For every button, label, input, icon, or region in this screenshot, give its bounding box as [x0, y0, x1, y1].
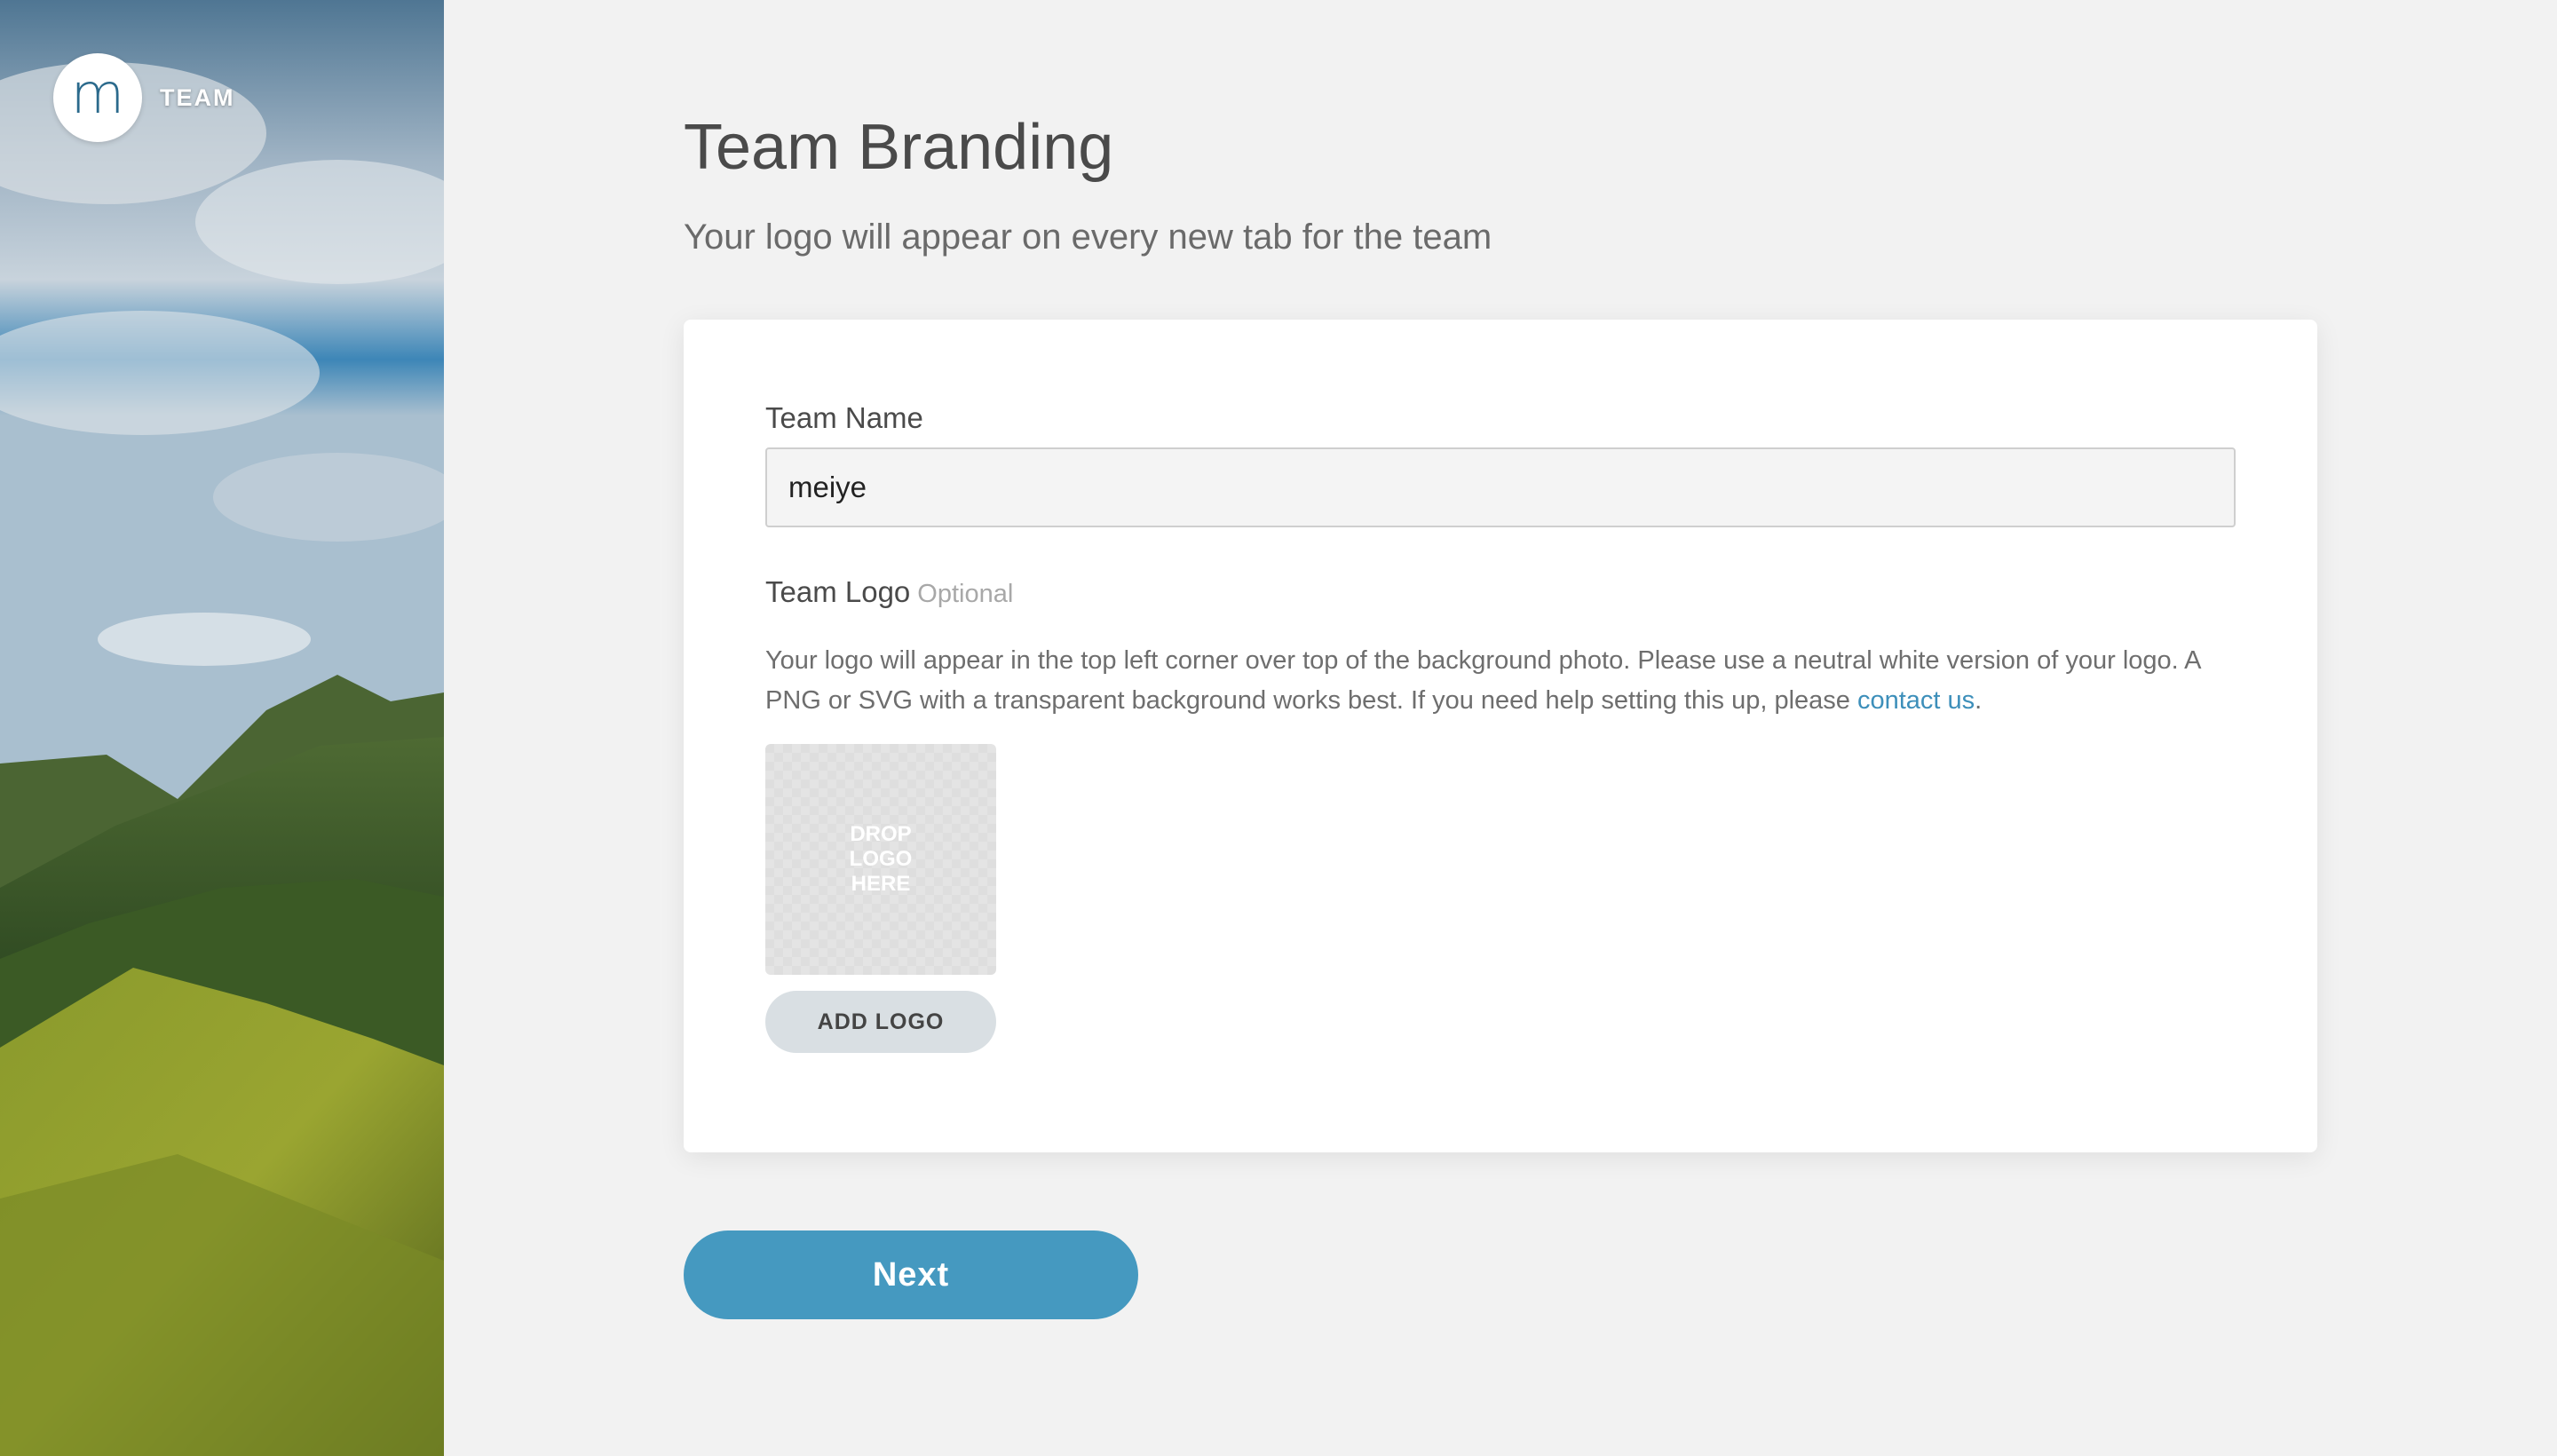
dropzone-text: DROP LOGO HERE [849, 822, 913, 896]
logo-help-text: Your logo will appear in the top left co… [765, 641, 2257, 721]
landscape-image [0, 0, 444, 1456]
help-text-end: . [1975, 686, 1983, 715]
next-button[interactable]: Next [684, 1230, 1138, 1319]
page-title: Team Branding [684, 112, 1114, 183]
brand-logo-icon[interactable]: m [53, 53, 142, 142]
optional-tag: Optional [917, 580, 1014, 608]
brand-label: TEAM [160, 83, 235, 111]
page-subtitle: Your logo will appear on every new tab f… [684, 218, 1492, 257]
add-logo-button[interactable]: ADD LOGO [765, 991, 996, 1053]
team-logo-label: Team Logo Optional [765, 575, 1013, 609]
help-text: Your logo will appear in the top left co… [765, 646, 2200, 715]
brand-logo-letter: m [70, 61, 125, 126]
contact-us-link[interactable]: contact us [1857, 686, 1975, 715]
sidebar-background-photo: m TEAM [0, 0, 444, 1456]
team-name-label: Team Name [765, 401, 923, 434]
team-logo-label-text: Team Logo [765, 575, 911, 608]
logo-dropzone[interactable]: DROP LOGO HERE [765, 744, 996, 975]
branding-form-card: Team Name Team LogoOptional Your logo wi… [684, 320, 2317, 1152]
brand: m TEAM [53, 53, 235, 142]
team-name-input[interactable] [765, 447, 2236, 527]
